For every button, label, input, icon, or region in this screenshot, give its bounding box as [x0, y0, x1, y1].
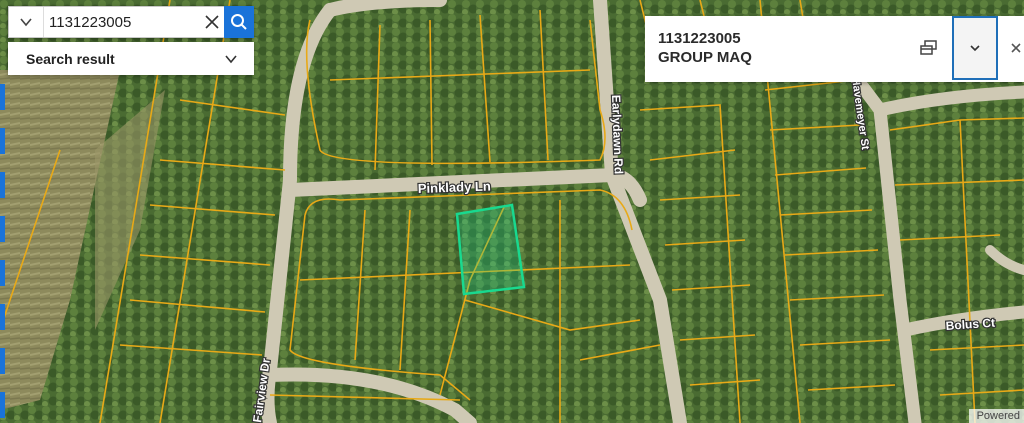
search-icon: [231, 14, 247, 30]
search-result-label: Search result: [26, 50, 115, 67]
popup-parcel-id: 1131223005: [658, 30, 741, 47]
side-tab[interactable]: [0, 260, 5, 286]
dock-icon: [920, 40, 937, 55]
side-tab[interactable]: [0, 304, 5, 330]
map-attribution: Powered: [968, 409, 1024, 423]
side-tab[interactable]: [0, 128, 5, 154]
chevron-down-icon: [20, 18, 32, 27]
close-icon: [205, 15, 219, 29]
close-icon: [1011, 43, 1021, 53]
search-source-dropdown[interactable]: [9, 7, 44, 37]
side-tab[interactable]: [0, 216, 5, 242]
side-tab[interactable]: [0, 392, 5, 418]
search-result-toggle[interactable]: Search result: [8, 42, 254, 75]
search-box: [8, 6, 254, 38]
close-popup-button[interactable]: [1011, 34, 1024, 62]
popup-owner-name: GROUP MAQ: [658, 49, 752, 66]
road-label-pinklady: Pinklady Ln: [418, 178, 491, 196]
parcel-popup: 1131223005 GROUP MAQ: [645, 16, 1024, 82]
collapse-popup-button[interactable]: [952, 16, 998, 80]
road-label-earlydawn: Earlydawn Rd: [609, 95, 626, 175]
side-tab[interactable]: [0, 348, 5, 374]
chevron-down-icon: [970, 45, 980, 52]
selected-parcel[interactable]: [455, 203, 526, 296]
dock-button[interactable]: [915, 34, 943, 62]
side-tab[interactable]: [0, 84, 5, 110]
chevron-down-icon: [225, 54, 237, 63]
search-input[interactable]: [45, 7, 203, 37]
search-button[interactable]: [224, 6, 254, 38]
side-tab[interactable]: [0, 172, 5, 198]
